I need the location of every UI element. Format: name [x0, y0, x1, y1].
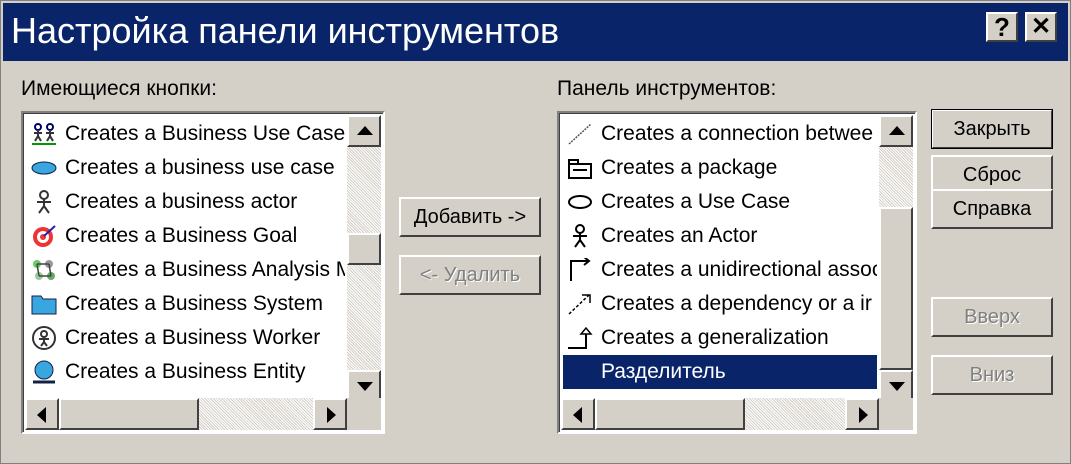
- horizontal-scroll-thumb[interactable]: [595, 398, 745, 430]
- list-item-label: Creates a unidirectional assoc: [601, 258, 877, 281]
- arrow-left-icon: [37, 407, 46, 423]
- window-title: Настройка панели инструментов: [11, 10, 560, 51]
- available-list-item[interactable]: Creates a Business System: [27, 287, 345, 321]
- toolbar-list-item[interactable]: Creates a unidirectional assoc: [563, 253, 877, 287]
- list-item-label: Creates a Business Analysis M: [65, 258, 345, 281]
- title-bar[interactable]: Настройка панели инструментов ? ✕: [3, 3, 1068, 61]
- horizontal-scroll-thumb[interactable]: [59, 398, 199, 430]
- scroll-up-button[interactable]: [347, 115, 381, 147]
- business-worker-icon: [31, 326, 57, 350]
- available-buttons-label: Имеющиеся кнопки:: [21, 77, 217, 100]
- remove-button[interactable]: <- Удалить: [399, 255, 541, 295]
- toolbar-list-item[interactable]: Creates a connection betwee: [563, 117, 877, 151]
- scroll-right-button[interactable]: [313, 398, 347, 430]
- close-button[interactable]: Закрыть: [931, 109, 1053, 149]
- available-list-item[interactable]: Creates a Business Entity: [27, 355, 345, 389]
- list-item-label: Creates a package: [601, 156, 778, 179]
- arrow-down-icon: [889, 382, 905, 391]
- customize-toolbar-dialog: Настройка панели инструментов ? ✕ Имеющи…: [0, 0, 1071, 464]
- list-item-label: Creates a dependency or a ir: [601, 292, 872, 315]
- generalization-icon: [567, 326, 593, 350]
- business-actor-icon: [31, 190, 57, 214]
- move-up-button[interactable]: Вверх: [931, 297, 1053, 337]
- scroll-corner: [879, 398, 913, 430]
- list-item-label: Creates a Use Case: [601, 190, 791, 213]
- available-list-item[interactable]: Creates a business actor: [27, 185, 345, 219]
- toolbar-list-item[interactable]: Creates a dependency or a ir: [563, 287, 877, 321]
- arrow-right-icon: [859, 407, 868, 423]
- available-buttons-list[interactable]: Creates a Business Use Case Creates a bus…: [21, 111, 385, 434]
- help-button[interactable]: Справка: [931, 189, 1053, 229]
- business-analysis-icon: [31, 258, 57, 282]
- available-list-item[interactable]: Creates a Business Use Case: [27, 117, 345, 151]
- list-item-label: Creates an Actor: [601, 224, 758, 247]
- business-use-case-icon: [31, 122, 57, 146]
- dependency-arrow-icon: [567, 292, 593, 316]
- available-list-item[interactable]: Creates a Business Worker: [27, 321, 345, 355]
- help-title-button[interactable]: ?: [986, 12, 1018, 42]
- list-item-label: Creates a generalization: [601, 326, 829, 349]
- toolbar-vertical-scrollbar[interactable]: [879, 115, 913, 402]
- actor-icon: [567, 224, 593, 248]
- arrow-left-icon: [573, 407, 582, 423]
- available-list-item[interactable]: Creates a business use case: [27, 151, 345, 185]
- toolbar-list-item[interactable]: Разделитель: [563, 355, 877, 389]
- arrow-down-icon: [357, 382, 373, 391]
- list-item-label: Разделитель: [601, 360, 726, 383]
- scroll-left-button[interactable]: [25, 398, 59, 430]
- toolbar-list-item[interactable]: Creates a package: [563, 151, 877, 185]
- add-button[interactable]: Добавить ->: [399, 197, 541, 237]
- arrow-up-icon: [357, 126, 373, 135]
- toolbar-buttons-list[interactable]: Creates a connection betwee Creates a pac…: [557, 111, 917, 434]
- toolbar-label: Панель инструментов:: [557, 77, 777, 100]
- folder-icon: [31, 292, 57, 316]
- toolbar-list-item[interactable]: Creates an Actor: [563, 219, 877, 253]
- business-entity-icon: [31, 360, 57, 384]
- available-horizontal-scrollbar[interactable]: [25, 398, 347, 430]
- available-vertical-scrollbar[interactable]: [347, 115, 381, 402]
- toolbar-list-item[interactable]: Creates a Use Case: [563, 185, 877, 219]
- arrow-up-icon: [889, 126, 905, 135]
- business-goal-icon: [31, 224, 57, 248]
- list-item-label: Creates a Business Entity: [65, 360, 306, 383]
- toolbar-horizontal-scrollbar[interactable]: [561, 398, 879, 430]
- scroll-corner: [347, 398, 381, 430]
- list-item-label: Creates a Business Goal: [65, 224, 298, 247]
- toolbar-list-item[interactable]: Creates a generalization: [563, 321, 877, 355]
- list-item-label: Creates a Business Use Case: [65, 122, 345, 145]
- scroll-right-button[interactable]: [845, 398, 879, 430]
- available-list-item[interactable]: Creates a Business Analysis M: [27, 253, 345, 287]
- list-item-label: Creates a Business Worker: [65, 326, 321, 349]
- available-list-item[interactable]: Creates a Business Goal: [27, 219, 345, 253]
- close-title-button[interactable]: ✕: [1025, 12, 1057, 42]
- list-item-label: Creates a business use case: [65, 156, 335, 179]
- list-item-label: Creates a connection betwee: [601, 122, 874, 145]
- arrow-right-icon: [327, 407, 336, 423]
- scroll-thumb[interactable]: [879, 207, 913, 370]
- scroll-thumb[interactable]: [347, 233, 381, 265]
- scroll-up-button[interactable]: [879, 115, 913, 147]
- list-item-label: Creates a business actor: [65, 190, 298, 213]
- scroll-left-button[interactable]: [561, 398, 595, 430]
- move-down-button[interactable]: Вниз: [931, 355, 1053, 395]
- package-icon: [567, 156, 593, 180]
- use-case-ellipse-icon: [567, 190, 593, 214]
- connection-line-icon: [567, 122, 593, 146]
- blue-ellipse-icon: [31, 156, 57, 180]
- list-item-label: Creates a Business System: [65, 292, 323, 315]
- unidirectional-association-icon: [567, 256, 593, 282]
